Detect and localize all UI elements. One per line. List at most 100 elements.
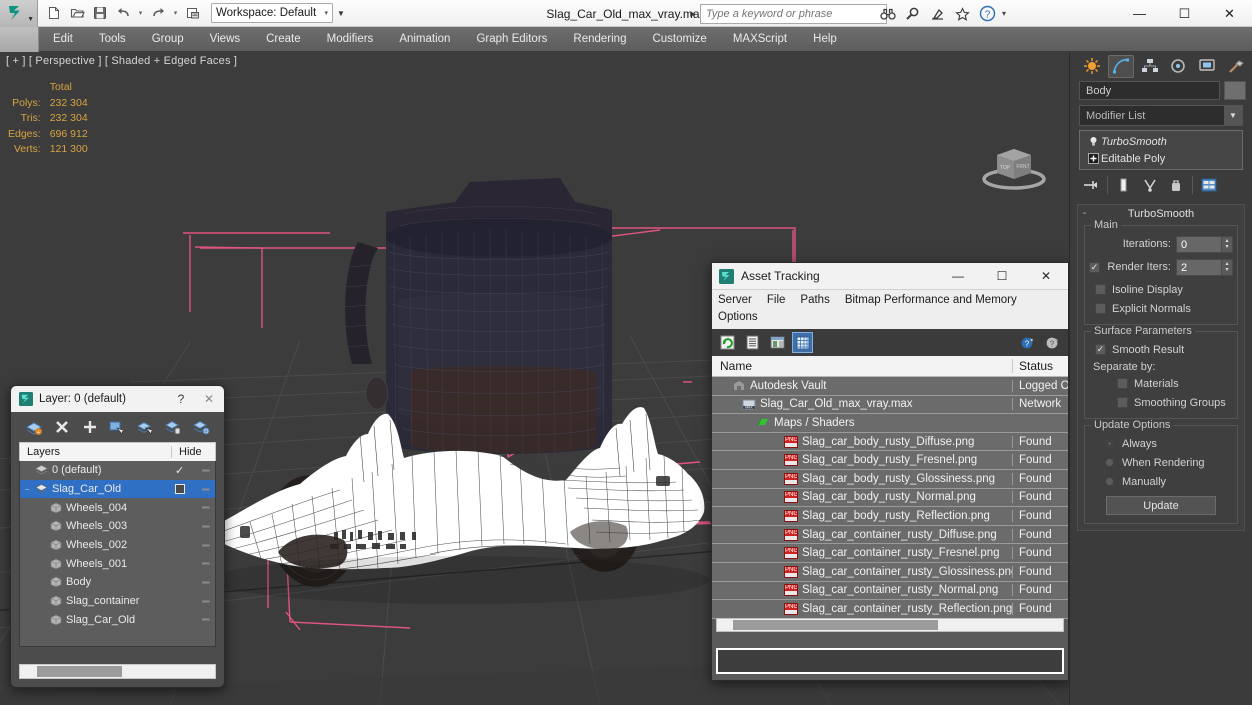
list-item[interactable]: Wheels_004 ▪▪▪▪ <box>20 498 215 517</box>
chevron-down-icon[interactable]: ▾ <box>324 9 328 17</box>
select-highlighted-icon[interactable] <box>135 417 155 437</box>
modifier-stack-item-editable-poly[interactable]: Editable Poly <box>1080 150 1242 167</box>
menu-item-tools[interactable]: Tools <box>86 27 139 52</box>
question-circle-icon[interactable]: ? <box>976 2 999 25</box>
render-iters-value[interactable]: 2 <box>1176 258 1222 276</box>
update-manually-row[interactable]: Manually <box>1089 472 1233 491</box>
tab-create[interactable] <box>1079 55 1106 78</box>
lightbulb-icon[interactable] <box>1086 136 1101 147</box>
3dsmax-logo-icon[interactable]: ▼ <box>0 0 38 27</box>
spinner-arrows[interactable]: ▴ ▾ <box>1222 235 1233 253</box>
tab-utilities[interactable] <box>1222 55 1249 78</box>
tab-modify[interactable] <box>1107 54 1135 78</box>
maximize-button[interactable]: ☐ <box>1162 0 1207 27</box>
workspace-dropdown-button[interactable]: ▼ <box>334 9 348 18</box>
tab-motion[interactable] <box>1165 55 1192 78</box>
trash-icon[interactable] <box>1164 175 1188 196</box>
list-item[interactable]: 0 (default) ✓ ▪▪▪▪ <box>20 461 215 480</box>
layer-help-button[interactable]: ? <box>168 392 194 406</box>
render-iters-checkbox[interactable]: ✓ <box>1089 261 1100 273</box>
table-row[interactable]: PNG Slag_car_container_rusty_Reflection.… <box>712 600 1068 619</box>
render-iters-spinner[interactable]: 2 ▴ ▾ <box>1176 258 1233 276</box>
row-expander[interactable]: − <box>20 485 34 494</box>
viewcube[interactable]: TOP FRNT <box>973 137 1055 193</box>
modifier-list-dropdown[interactable]: Modifier List ▼ <box>1079 105 1243 126</box>
menu-item-maxscript[interactable]: MAXScript <box>720 27 800 52</box>
layer-properties-icon[interactable] <box>191 417 211 437</box>
menu-item-customize[interactable]: Customize <box>639 27 719 52</box>
at-close-button[interactable]: ✕ <box>1024 263 1068 290</box>
asset-table-body[interactable]: Autodesk Vault Logged O MAX Slag_Car_Old… <box>712 377 1068 619</box>
table-row[interactable]: PNG Slag_car_body_rusty_Reflection.png F… <box>712 507 1068 526</box>
table-row[interactable]: Autodesk Vault Logged O <box>712 377 1068 396</box>
update-always-radio[interactable] <box>1105 439 1114 448</box>
asset-horizontal-scrollbar[interactable] <box>716 618 1064 632</box>
menu-item-animation[interactable]: Animation <box>386 27 463 52</box>
question-globe-icon[interactable]: ? <box>1018 333 1037 352</box>
menu-item-edit[interactable]: Edit <box>40 27 86 52</box>
object-color-swatch[interactable] <box>1224 81 1246 100</box>
layer-column-hide[interactable]: Hide <box>171 446 215 458</box>
search-input[interactable] <box>706 7 881 20</box>
tab-hierarchy[interactable] <box>1136 55 1163 78</box>
select-layer-objects-icon[interactable] <box>107 417 127 437</box>
table-row[interactable]: PNG Slag_car_body_rusty_Diffuse.png Foun… <box>712 432 1068 452</box>
redo-dropdown[interactable]: ▾ <box>170 2 181 24</box>
list-item[interactable]: Body ▪▪▪▪ <box>20 573 215 592</box>
object-name-field[interactable]: Body <box>1079 81 1220 100</box>
chevron-down-icon[interactable]: ▼ <box>1224 106 1242 125</box>
menu-item-create[interactable]: Create <box>253 27 314 52</box>
isoline-display-row[interactable]: Isoline Display <box>1089 280 1233 299</box>
table-row[interactable]: PNG Slag_car_body_rusty_Fresnel.png Foun… <box>712 451 1068 470</box>
undo-dropdown[interactable]: ▾ <box>135 2 146 24</box>
question-arrow-icon[interactable]: ? <box>1043 333 1062 352</box>
menu-item-help[interactable]: Help <box>800 27 850 52</box>
close-button[interactable]: ✕ <box>1207 0 1252 27</box>
at-menu-file[interactable]: File <box>767 294 786 306</box>
explicit-normals-row[interactable]: Explicit Normals <box>1089 299 1233 318</box>
scrollbar-thumb[interactable] <box>37 666 122 677</box>
asset-tracking-dialog[interactable]: Asset Tracking — ☐ ✕ Server File Paths Bitm… <box>711 262 1069 681</box>
list-item[interactable]: − Slag_Car_Old ▪▪▪▪ <box>20 479 215 499</box>
layer-horizontal-scrollbar[interactable] <box>19 664 216 679</box>
project-folder-button[interactable] <box>182 2 204 24</box>
layer-explorer-titlebar[interactable]: Layer: 0 (default) ? ✕ <box>11 386 224 412</box>
pin-stack-icon[interactable] <box>1079 175 1103 196</box>
update-button[interactable]: Update <box>1106 496 1216 515</box>
binoculars-icon[interactable] <box>876 2 899 25</box>
modifier-stack-item-turbosmooth[interactable]: TurboSmooth <box>1080 133 1242 150</box>
list-item[interactable]: Wheels_002 ▪▪▪▪ <box>20 536 215 555</box>
table-row[interactable]: PNG Slag_car_container_rusty_Diffuse.png… <box>712 525 1068 545</box>
show-end-result-icon[interactable] <box>1112 175 1136 196</box>
iterations-value[interactable]: 0 <box>1176 235 1222 253</box>
redo-button[interactable] <box>147 2 169 24</box>
scrollbar-thumb[interactable] <box>733 620 938 630</box>
configure-sets-icon[interactable] <box>1197 175 1221 196</box>
new-layer-icon[interactable]: + <box>24 417 44 437</box>
table-row[interactable]: MAX Slag_Car_Old_max_vray.max Network <box>712 395 1068 415</box>
update-always-row[interactable]: Always <box>1089 434 1233 453</box>
list-item[interactable]: Wheels_001 ▪▪▪▪ <box>20 554 215 573</box>
hide-checkbox[interactable] <box>175 484 185 495</box>
layer-close-button[interactable]: ✕ <box>194 392 224 406</box>
table-row[interactable]: PNG Slag_car_body_rusty_Glossiness.png F… <box>712 469 1068 489</box>
plus-box-icon[interactable] <box>1086 153 1101 164</box>
table-row[interactable]: PNG Slag_car_container_rusty_Normal.png … <box>712 581 1068 601</box>
at-column-name[interactable]: Name <box>712 359 1012 373</box>
search-expand-icon[interactable]: ▶ <box>686 10 700 18</box>
at-menu-bitmap-performance[interactable]: Bitmap Performance and Memory <box>845 294 1017 306</box>
explicit-normals-checkbox[interactable] <box>1095 303 1106 314</box>
minimize-button[interactable]: — <box>1117 0 1162 27</box>
delete-x-icon[interactable] <box>52 417 72 437</box>
table-row[interactable]: PNG Slag_car_container_rusty_Fresnel.png… <box>712 544 1068 563</box>
menu-item-group[interactable]: Group <box>139 27 197 52</box>
list-item[interactable]: Wheels_003 ▪▪▪▪ <box>20 517 215 536</box>
update-when-rendering-row[interactable]: When Rendering <box>1089 453 1233 472</box>
help-dropdown-icon[interactable]: ▾ <box>1002 9 1006 18</box>
magnifier-icon[interactable] <box>901 2 924 25</box>
at-menu-options[interactable]: Options <box>718 311 758 323</box>
save-file-button[interactable] <box>89 2 111 24</box>
table-row[interactable]: Maps / Shaders <box>712 414 1068 433</box>
separate-smoothing-groups-checkbox[interactable] <box>1117 397 1128 408</box>
satellite-dish-icon[interactable] <box>926 2 949 25</box>
